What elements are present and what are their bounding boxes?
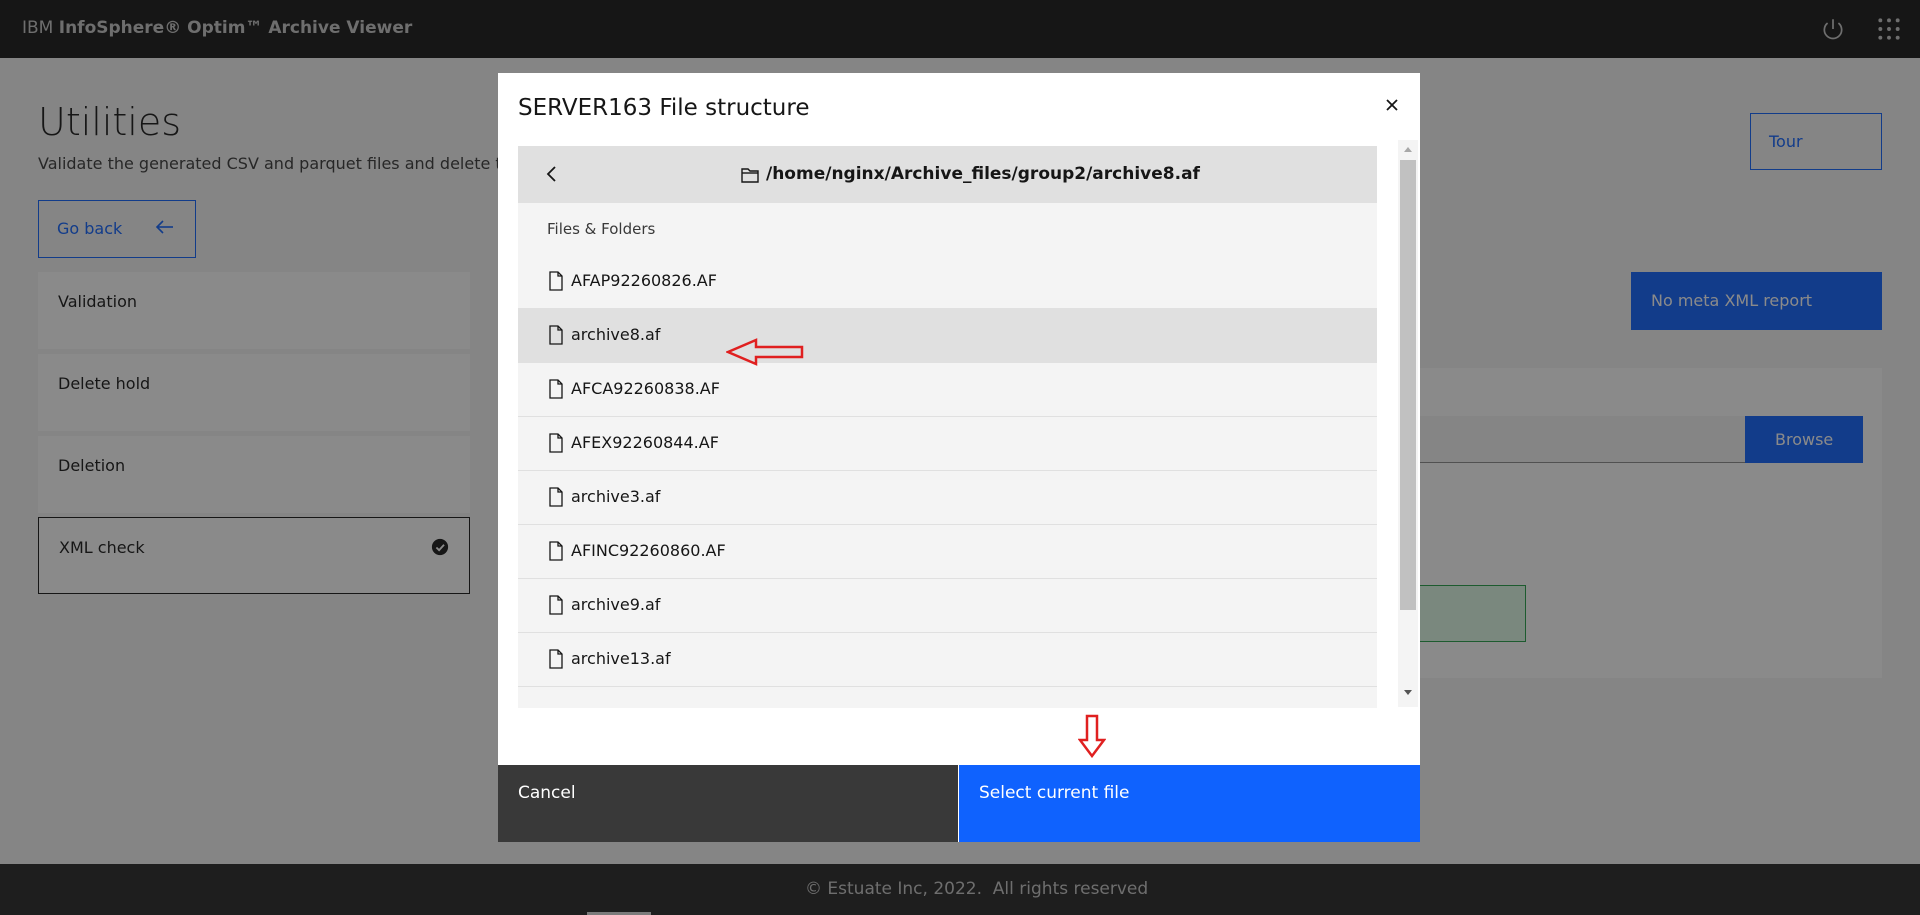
file-name: archive8.af <box>571 325 661 344</box>
file-row[interactable]: AFINC92260860.AF <box>518 525 1377 579</box>
file-icon <box>549 595 563 615</box>
folder-icon <box>741 168 759 183</box>
file-row[interactable]: AFAP92260826.AF <box>518 255 1377 309</box>
file-row[interactable]: AFEX92260844.AF <box>518 417 1377 471</box>
file-row-selected[interactable]: archive8.af <box>518 309 1377 363</box>
select-label: Select current file <box>979 783 1130 803</box>
close-icon[interactable] <box>1378 91 1406 119</box>
file-name: AFCA92260838.AF <box>571 379 720 398</box>
file-name: archive13.af <box>571 649 671 668</box>
file-name: AFAP92260826.AF <box>571 271 717 290</box>
file-list: AFAP92260826.AF archive8.af AFCA92260838… <box>518 255 1377 708</box>
file-icon <box>549 271 563 291</box>
chevron-left-icon[interactable] <box>540 162 564 186</box>
modal-title: SERVER163 File structure <box>518 95 810 121</box>
annotation-left-arrow-icon <box>726 338 804 366</box>
file-row[interactable]: AFCA92260838.AF <box>518 363 1377 417</box>
file-name: AFEX92260844.AF <box>571 433 719 452</box>
file-icon <box>549 379 563 399</box>
file-icon <box>549 433 563 453</box>
file-icon <box>549 649 563 669</box>
list-heading: Files & Folders <box>547 220 656 238</box>
path-bar: /home/nginx/Archive_files/group2/archive… <box>518 146 1377 203</box>
file-icon <box>549 325 563 345</box>
file-name: AFINC92260860.AF <box>571 541 726 560</box>
file-structure-modal: SERVER163 File structure /home/nginx/Arc… <box>498 73 1420 842</box>
file-row-partial[interactable] <box>518 687 1377 708</box>
scroll-down-icon[interactable] <box>1398 684 1418 702</box>
file-row[interactable]: archive9.af <box>518 579 1377 633</box>
scrollbar-thumb[interactable] <box>1400 160 1416 610</box>
scroll-up-icon[interactable] <box>1398 140 1418 158</box>
file-icon <box>549 541 563 561</box>
current-path: /home/nginx/Archive_files/group2/archive… <box>766 164 1200 184</box>
cancel-label: Cancel <box>518 783 576 803</box>
file-name: archive9.af <box>571 595 661 614</box>
annotation-down-arrow-icon <box>1078 714 1106 758</box>
file-name: archive3.af <box>571 487 661 506</box>
cancel-button[interactable]: Cancel <box>498 765 958 842</box>
file-row[interactable]: archive3.af <box>518 471 1377 525</box>
file-icon <box>549 487 563 507</box>
file-row[interactable]: archive13.af <box>518 633 1377 687</box>
select-current-file-button[interactable]: Select current file <box>959 765 1420 842</box>
file-browser: /home/nginx/Archive_files/group2/archive… <box>518 146 1377 708</box>
